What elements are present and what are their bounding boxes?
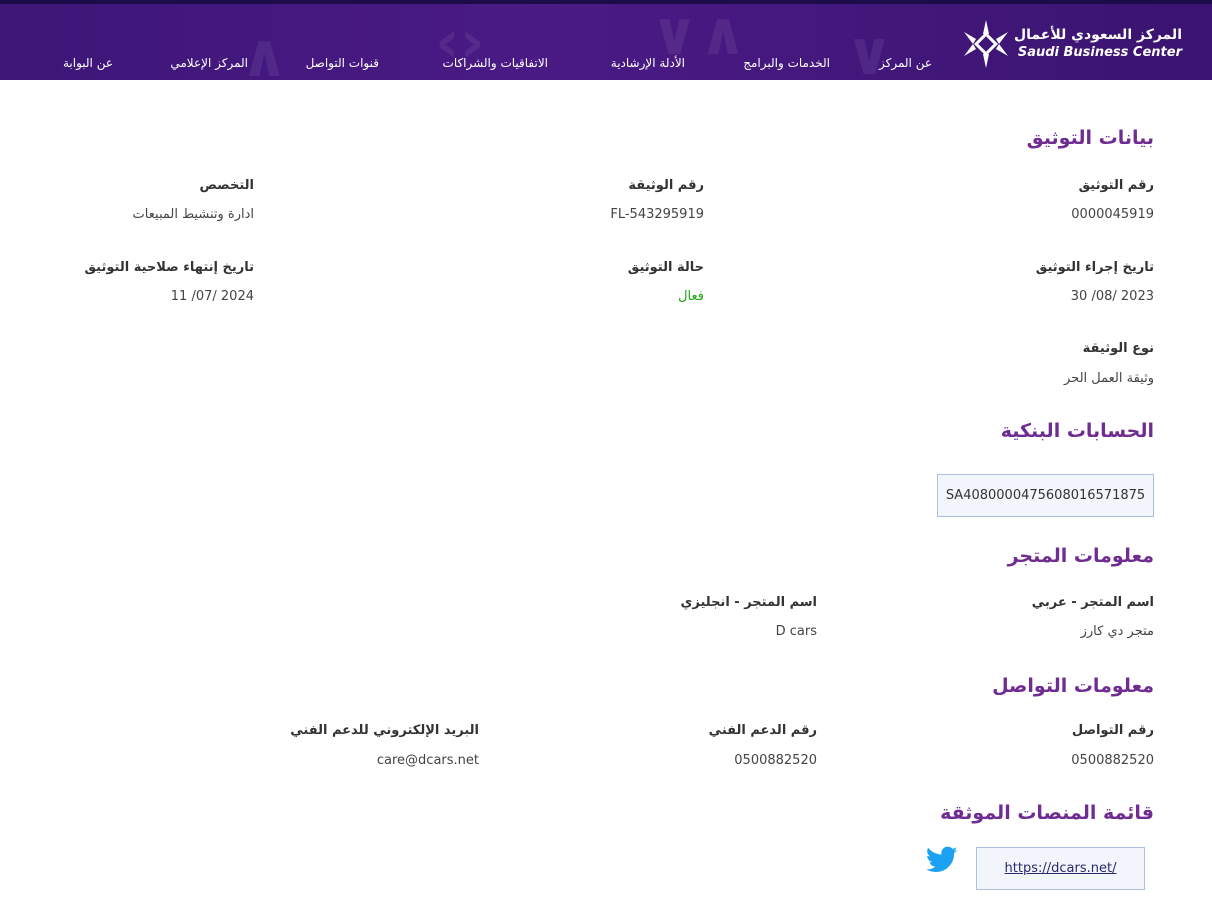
certification-section-title: بيانات التوثيق — [1026, 127, 1154, 149]
status-label: حالة التوثيق — [627, 260, 704, 275]
store-name-ar-value: متجر دي كارز — [1080, 624, 1154, 639]
specialization-value: ادارة وتنشيط المبيعات — [132, 207, 254, 222]
expiry-date-label: تاريخ إنتهاء صلاحية التوثيق — [84, 260, 254, 275]
main-content: بيانات التوثيق رقم التوثيق 0000045919 رق… — [0, 80, 1212, 898]
support-phone-label: رقم الدعم الفني — [708, 723, 817, 738]
iban-value: SA4080000475608016571875 — [945, 488, 1146, 503]
cert-number-label: رقم التوثيق — [1078, 178, 1154, 193]
expiry-date-value: 2024 /07/ 11 — [170, 289, 254, 304]
nav-about-center[interactable]: عن المركز — [879, 56, 932, 76]
cert-date-label: تاريخ إجراء التوثيق — [1035, 260, 1154, 275]
logo-arabic-text: المركز السعودي للأعمال — [1014, 27, 1182, 43]
header-decoration: ∧∨ — [650, 0, 748, 69]
logo-text: المركز السعودي للأعمال Saudi Business Ce… — [1014, 26, 1182, 62]
support-email-label: البريد الإلكتروني للدعم الفني — [290, 723, 479, 738]
platform-link[interactable]: https://dcars.net/ — [1005, 861, 1117, 876]
doc-type-value: وثيقة العمل الحر — [1064, 371, 1154, 386]
logo-english-text: Saudi Business Center — [1017, 45, 1182, 60]
status-value: فعال — [678, 289, 704, 304]
nav-services-programs[interactable]: الخدمات والبرامج — [743, 56, 830, 76]
platform-link-box[interactable]: https://dcars.net/ — [976, 847, 1145, 890]
nav-agreements-partnerships[interactable]: الاتفاقيات والشراكات — [443, 56, 548, 76]
support-phone-value: 0500882520 — [734, 753, 817, 768]
contact-phone-label: رقم التواصل — [1071, 723, 1154, 738]
support-email-value: care@dcars.net — [376, 753, 479, 768]
store-name-ar-label: اسم المتجر - عربي — [1031, 595, 1154, 610]
cert-number-value: 0000045919 — [1071, 207, 1154, 222]
nav-contact-channels[interactable]: قنوات التواصل — [306, 56, 379, 76]
doc-number-label: رقم الوثيقة — [628, 178, 704, 193]
nav-guides[interactable]: الأدلة الإرشادية — [611, 56, 685, 76]
twitter-icon[interactable] — [926, 846, 958, 874]
contact-phone-value: 0500882520 — [1071, 753, 1154, 768]
store-name-en-label: اسم المتجر - انجليزي — [680, 595, 817, 610]
verified-platforms-section-title: قائمة المنصات الموثقة — [940, 802, 1154, 824]
logo-star-icon — [964, 20, 1008, 68]
nav-media-center[interactable]: المركز الإعلامي — [170, 56, 248, 76]
bank-accounts-section-title: الحسابات البنكية — [1000, 420, 1154, 442]
store-info-section-title: معلومات المتجر — [1007, 545, 1154, 567]
contact-info-section-title: معلومات التواصل — [992, 675, 1154, 697]
site-header: ‹› ∧∨ ∧ ∨ المركز السعودي للأعمال Saudi B… — [0, 0, 1212, 80]
nav-about-portal[interactable]: عن البوابة — [63, 56, 113, 76]
saudi-business-center-logo[interactable]: المركز السعودي للأعمال Saudi Business Ce… — [952, 16, 1182, 72]
specialization-label: التخصص — [199, 178, 254, 193]
store-name-en-value: D cars — [775, 624, 817, 639]
cert-date-value: 2023 /08/ 30 — [1070, 289, 1154, 304]
iban-box: SA4080000475608016571875 — [937, 474, 1154, 517]
doc-number-value: FL-543295919 — [610, 207, 704, 222]
doc-type-label: نوع الوثيقة — [1082, 341, 1154, 356]
